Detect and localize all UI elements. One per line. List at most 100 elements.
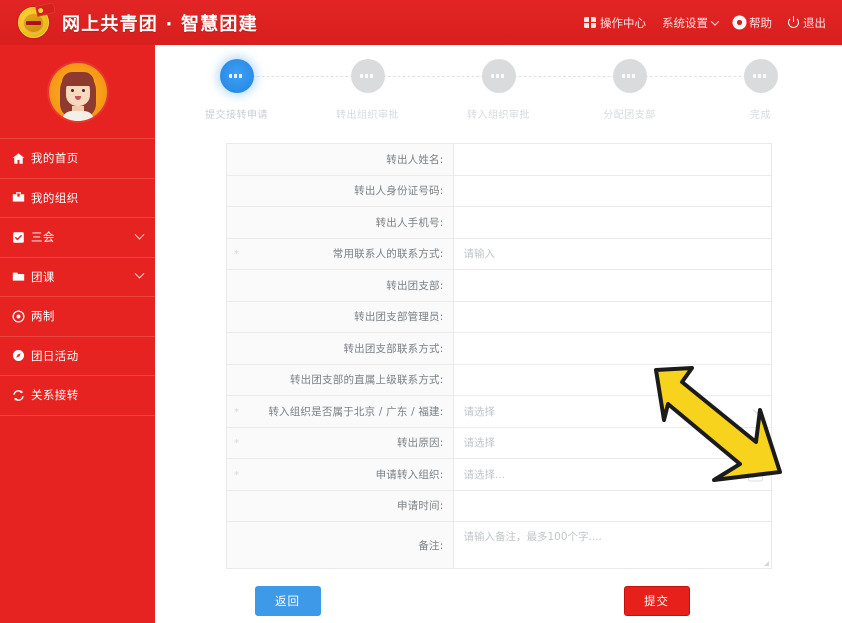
header-nav: 操作中心 系统设置 帮助 退出 [584,15,842,31]
step-indicator-icon [350,59,385,93]
select-region-check-value: 请选择 [463,405,496,418]
form-row-transferee-id-number: 转出人身份证号码: [226,175,771,207]
input-branch-contact[interactable] [453,333,771,364]
power-icon [788,16,799,28]
nav-system-settings[interactable]: 系统设置 [662,15,720,31]
step-assign-branch[interactable]: 分配团支部 [564,59,761,121]
target-icon [12,310,25,323]
select-region-check[interactable]: 请选择 [453,396,771,427]
step-indicator-icon [481,59,516,93]
label-transferee-phone: 转出人手机号: [246,207,454,238]
step-transfer-out-approval[interactable]: 转出组织审批 [302,59,499,121]
label-transferee-name: 转出人姓名: [246,144,454,175]
form-row-region-check: * 转入组织是否属于北京 / 广东 / 福建: 请选择 [226,396,771,428]
step-transfer-in-approval[interactable]: 转入组织审批 [433,59,630,121]
sidebar-item-three-meetings-label: 三会 [31,230,55,245]
form-row-transfer-reason: * 转出原因: 请选择 [226,427,771,459]
form-row-transfer-out-branch: 转出团支部: [226,270,771,302]
required-marker [226,522,247,568]
label-superior-contact: 转出团支部的直属上级联系方式: [246,364,454,395]
home-icon [12,152,25,165]
sidebar-item-three-meetings[interactable]: 三会 [0,218,155,258]
input-superior-contact[interactable] [453,364,771,395]
sidebar-item-home-label: 我的首页 [31,151,79,166]
required-marker [226,144,247,175]
sidebar-item-league-day-activity[interactable]: 团日活动 [0,337,155,376]
label-region-check: 转入组织是否属于北京 / 广东 / 福建: [246,396,454,427]
input-transferee-phone[interactable] [453,207,771,238]
required-marker [226,301,247,332]
label-target-organization: 申请转入组织: [246,459,454,490]
nav-operation-center-label: 操作中心 [600,15,646,30]
workflow-stepper: 提交接转申请 转出组织审批 转入组织审批 分配团支部 完成 [171,59,826,137]
chevron-down-icon [710,16,720,26]
input-emergency-contact[interactable]: 请输入 [453,238,771,269]
form-row-application-time: 申请时间: [226,490,771,522]
label-branch-admin: 转出团支部管理员: [246,301,454,332]
sidebar-item-relationship-transfer[interactable]: 关系接转 [0,376,155,416]
nav-logout[interactable]: 退出 [788,15,826,31]
sidebar: 我的首页 我的组织 三会 团课 两制 团日活动 关系接转 [0,45,155,623]
nav-operation-center[interactable]: 操作中心 [584,15,646,31]
required-marker [226,490,247,521]
back-button[interactable]: 返回 [254,586,321,616]
nav-system-settings-label: 系统设置 [662,15,708,30]
document-check-icon [12,231,25,244]
transfer-icon [12,389,25,402]
sidebar-menu: 我的首页 我的组织 三会 团课 两制 团日活动 关系接转 [0,138,155,416]
transfer-application-form: 转出人姓名: 转出人身份证号码: 转出人手机号: * 常用联系人的联系方式: 请… [225,143,772,569]
app-root: 网上共青团 · 智慧团建 操作中心 系统设置 帮助 退出 我的首页 我的组织 三… [0,0,842,623]
input-application-time[interactable] [453,490,771,521]
input-transfer-out-branch[interactable] [453,270,771,301]
folder-icon [12,270,25,283]
sidebar-item-league-class[interactable]: 团课 [0,258,155,297]
chevron-down-icon [134,268,145,279]
required-marker [226,270,247,301]
sidebar-item-organization[interactable]: 我的组织 [0,179,155,218]
select-transfer-reason-value: 请选择 [463,437,496,450]
gear-icon [734,17,745,28]
sidebar-item-relationship-transfer-label: 关系接转 [31,388,79,403]
grid-icon [584,17,596,28]
nav-logout-label: 退出 [803,15,826,30]
step-indicator-icon [612,59,647,93]
step-assign-branch-label: 分配团支部 [603,110,656,121]
required-marker: * [226,396,247,427]
label-branch-contact: 转出团支部联系方式: [246,333,454,364]
step-complete[interactable]: 完成 [695,59,826,121]
label-transfer-out-branch: 转出团支部: [246,270,454,301]
required-marker: * [226,238,247,269]
step-indicator-icon [743,59,778,93]
picker-target-organization-value: 请选择... [463,468,506,481]
picker-target-organization[interactable]: 请选择... [453,459,771,490]
form-actions: 返回 提交 [226,586,772,616]
step-submit-application[interactable]: 提交接转申请 [171,59,368,121]
step-complete-label: 完成 [750,110,771,121]
edit-pencil-icon[interactable] [747,466,763,482]
chevron-down-icon [752,437,761,446]
user-avatar-icon [48,62,107,121]
input-transferee-id-number[interactable] [453,175,771,206]
label-transfer-reason: 转出原因: [246,427,454,458]
step-indicator-icon [219,59,254,93]
input-transferee-name[interactable] [453,144,771,175]
form-row-remark: 备注: 请输入备注，最多100个字.... [226,522,771,569]
nav-help[interactable]: 帮助 [734,15,772,31]
youth-league-emblem-icon [17,2,56,38]
main-content: 提交接转申请 转出组织审批 转入组织审批 分配团支部 完成 转出人姓名: 转出人… [155,45,842,623]
sidebar-item-home[interactable]: 我的首页 [0,139,155,179]
app-header: 网上共青团 · 智慧团建 操作中心 系统设置 帮助 退出 [0,0,842,45]
textarea-remark[interactable]: 请输入备注，最多100个字.... [453,522,771,568]
sidebar-item-league-class-label: 团课 [31,269,55,284]
required-marker: * [226,427,247,458]
sidebar-item-two-systems[interactable]: 两制 [0,297,155,337]
page-title: 网上共青团 · 智慧团建 [62,13,258,35]
select-transfer-reason[interactable]: 请选择 [453,427,771,458]
chevron-down-icon [134,229,145,240]
label-remark: 备注: [246,522,454,568]
submit-button[interactable]: 提交 [623,586,690,616]
required-marker [226,364,247,395]
avatar[interactable] [0,45,155,138]
input-branch-admin[interactable] [453,301,771,332]
label-emergency-contact: 常用联系人的联系方式: [246,238,454,269]
